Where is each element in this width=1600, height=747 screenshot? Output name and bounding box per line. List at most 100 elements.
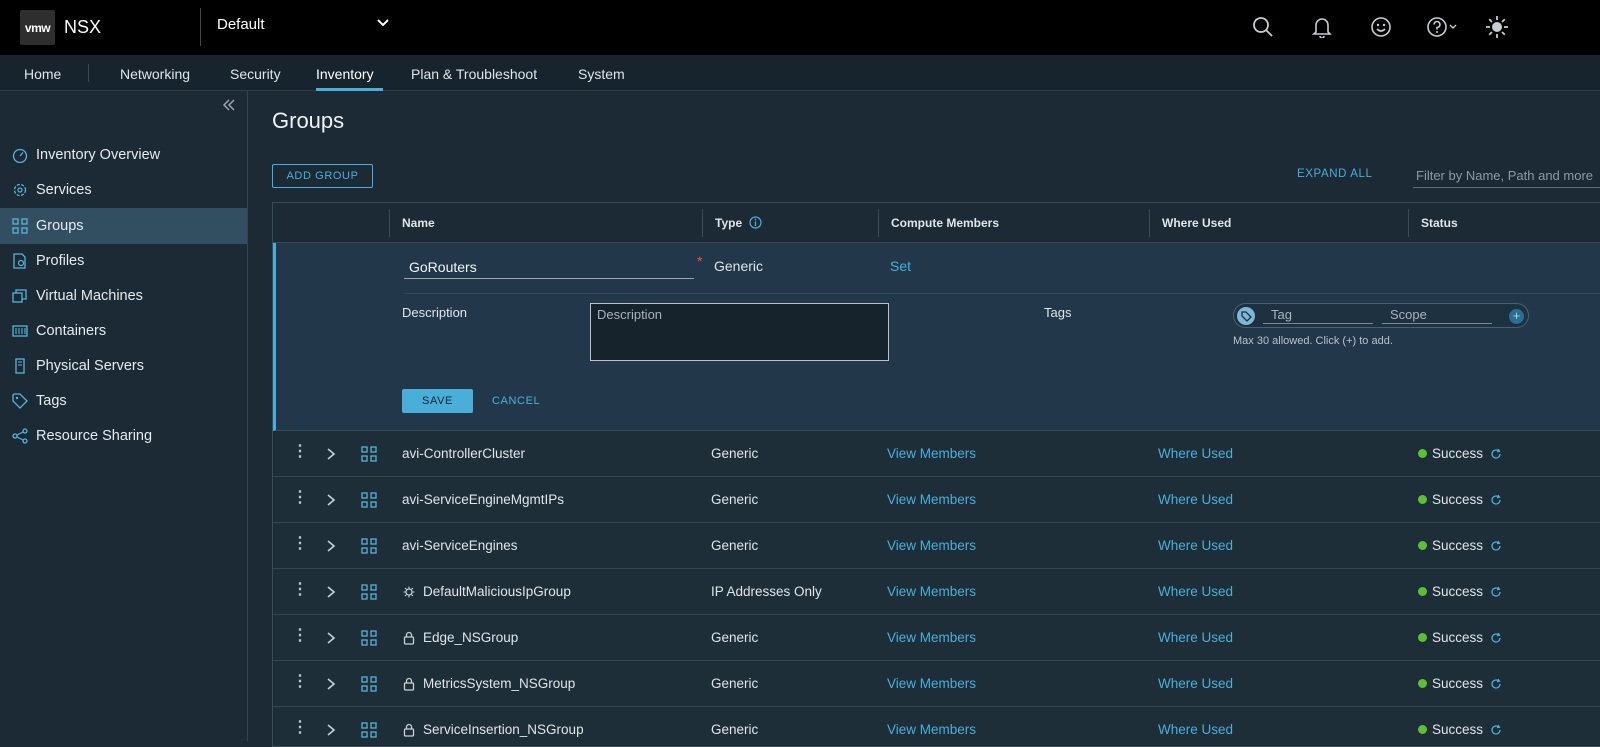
- group-type: Generic: [711, 676, 759, 691]
- services-gear-icon: [13, 183, 27, 197]
- sidebar-item-label: Physical Servers: [36, 358, 144, 374]
- grid-header: Name Type Compute Members Where Used Sta…: [273, 203, 1600, 243]
- nav-tab-networking[interactable]: Networking: [120, 66, 190, 82]
- theme-sun-icon[interactable]: [1482, 13, 1512, 41]
- table-row[interactable]: ⋮ avi-ServiceEngines Generic View Members Wh…: [273, 523, 1600, 569]
- view-members-link[interactable]: View Members: [887, 492, 976, 507]
- tag-input[interactable]: [1263, 306, 1373, 324]
- description-textarea[interactable]: [590, 303, 889, 361]
- view-members-link[interactable]: View Members: [887, 446, 976, 461]
- nav-tab-system[interactable]: System: [578, 66, 625, 82]
- refresh-icon[interactable]: [1490, 586, 1502, 598]
- product-name: NSX: [64, 17, 102, 37]
- save-button[interactable]: SAVE: [402, 389, 473, 413]
- status-cell: Success: [1418, 538, 1502, 553]
- refresh-icon[interactable]: [1490, 448, 1502, 460]
- expand-row-chevron-icon[interactable]: [325, 537, 337, 555]
- project-selector[interactable]: Default: [217, 16, 265, 33]
- view-members-link[interactable]: View Members: [887, 538, 976, 553]
- group-type: Generic: [711, 492, 759, 507]
- sidebar-item-physical-servers[interactable]: Physical Servers: [0, 348, 247, 384]
- refresh-icon[interactable]: [1490, 540, 1502, 552]
- add-group-button[interactable]: ADD GROUP: [272, 164, 373, 188]
- tags-label: Tags: [1044, 305, 1072, 320]
- group-name: MetricsSystem_NSGroup: [423, 676, 576, 691]
- sidebar-item-resource-sharing[interactable]: Resource Sharing: [0, 418, 247, 454]
- expand-row-chevron-icon[interactable]: [325, 445, 337, 463]
- search-icon[interactable]: [1248, 13, 1278, 41]
- row-actions-kebab-icon[interactable]: ⋮: [292, 674, 308, 690]
- sidebar-item-profiles[interactable]: Profiles: [0, 243, 247, 279]
- sidebar-item-inventory-overview[interactable]: Inventory Overview: [0, 137, 247, 173]
- bell-icon[interactable]: [1307, 13, 1337, 41]
- scope-input[interactable]: [1382, 306, 1492, 324]
- view-members-link[interactable]: View Members: [887, 722, 976, 737]
- table-row[interactable]: ⋮ avi-ControllerCluster Generic View Member…: [273, 431, 1600, 477]
- table-row[interactable]: ⋮ DefaultMaliciousIpGroup IP Addresses Onl…: [273, 569, 1600, 615]
- table-row[interactable]: ⋮ MetricsSystem_NSGroup Generic View Member…: [273, 661, 1600, 707]
- groups-icon: [12, 218, 28, 234]
- smiley-feedback-icon[interactable]: [1366, 13, 1396, 41]
- view-members-link[interactable]: View Members: [887, 630, 976, 645]
- column-header-compute-members[interactable]: Compute Members: [891, 216, 999, 230]
- sidebar-item-containers[interactable]: Containers: [0, 313, 247, 349]
- sidebar-item-groups[interactable]: Groups: [0, 208, 247, 244]
- chevron-down-icon[interactable]: [376, 16, 390, 30]
- table-row[interactable]: ⋮ ServiceInsertion_NSGroup Generic View Mem…: [273, 707, 1600, 746]
- nav-tab-inventory[interactable]: Inventory: [316, 66, 374, 82]
- column-header-status[interactable]: Status: [1421, 216, 1458, 230]
- collapse-sidebar-icon[interactable]: [222, 98, 236, 112]
- refresh-icon[interactable]: [1490, 678, 1502, 690]
- table-row[interactable]: ⋮ avi-ServiceEngineMgmtIPs Generic View Mem…: [273, 477, 1600, 523]
- status-text: Success: [1432, 676, 1484, 691]
- filter-input[interactable]: [1413, 163, 1600, 188]
- row-actions-kebab-icon[interactable]: ⋮: [292, 490, 308, 506]
- row-actions-kebab-icon[interactable]: ⋮: [292, 628, 308, 644]
- row-actions-kebab-icon[interactable]: ⋮: [292, 582, 308, 598]
- nav-tab-plan-troubleshoot[interactable]: Plan & Troubleshoot: [411, 66, 537, 82]
- row-actions-kebab-icon[interactable]: ⋮: [292, 444, 308, 460]
- table-row[interactable]: ⋮ Edge_NSGroup Generic View Members Where Us…: [273, 615, 1600, 661]
- nav-tab-security[interactable]: Security: [230, 66, 281, 82]
- top-header: vmw NSX Default: [0, 0, 1600, 55]
- expand-row-chevron-icon[interactable]: [325, 583, 337, 601]
- where-used-link[interactable]: Where Used: [1158, 676, 1233, 691]
- where-used-link[interactable]: Where Used: [1158, 538, 1233, 553]
- groups-icon: [361, 722, 377, 738]
- column-header-where-used[interactable]: Where Used: [1162, 216, 1231, 230]
- where-used-link[interactable]: Where Used: [1158, 584, 1233, 599]
- where-used-link[interactable]: Where Used: [1158, 446, 1233, 461]
- row-actions-kebab-icon[interactable]: ⋮: [292, 720, 308, 736]
- sidebar-item-label: Resource Sharing: [36, 428, 153, 444]
- sidebar-item-services[interactable]: Services: [0, 172, 247, 208]
- nav-tab-home[interactable]: Home: [24, 66, 61, 82]
- view-members-link[interactable]: View Members: [887, 584, 976, 599]
- refresh-icon[interactable]: [1490, 632, 1502, 644]
- set-members-link[interactable]: Set: [890, 258, 911, 274]
- expand-row-chevron-icon[interactable]: [325, 491, 337, 509]
- where-used-link[interactable]: Where Used: [1158, 630, 1233, 645]
- refresh-icon[interactable]: [1490, 724, 1502, 736]
- info-icon[interactable]: [749, 216, 762, 229]
- column-header-name[interactable]: Name: [402, 216, 435, 230]
- new-group-edit-row: * Generic Set Description Tags + Max 30 …: [273, 243, 1600, 431]
- status-cell: Success: [1418, 492, 1502, 507]
- add-tag-plus-icon[interactable]: +: [1509, 309, 1524, 324]
- expand-row-chevron-icon[interactable]: [325, 629, 337, 647]
- expand-all-button[interactable]: EXPAND ALL: [1297, 168, 1372, 180]
- expand-row-chevron-icon[interactable]: [325, 721, 337, 739]
- success-status-dot: [1418, 541, 1427, 550]
- tag-icon: [12, 393, 28, 409]
- view-members-link[interactable]: View Members: [887, 676, 976, 691]
- where-used-link[interactable]: Where Used: [1158, 722, 1233, 737]
- cancel-button[interactable]: CANCEL: [492, 395, 540, 407]
- refresh-icon[interactable]: [1490, 494, 1502, 506]
- expand-row-chevron-icon[interactable]: [325, 675, 337, 693]
- row-actions-kebab-icon[interactable]: ⋮: [292, 536, 308, 552]
- column-header-type[interactable]: Type: [715, 216, 742, 230]
- group-name-input[interactable]: [404, 255, 694, 279]
- sidebar-item-virtual-machines[interactable]: Virtual Machines: [0, 278, 247, 314]
- where-used-link[interactable]: Where Used: [1158, 492, 1233, 507]
- sidebar-item-tags[interactable]: Tags: [0, 383, 247, 419]
- help-icon[interactable]: [1424, 13, 1460, 41]
